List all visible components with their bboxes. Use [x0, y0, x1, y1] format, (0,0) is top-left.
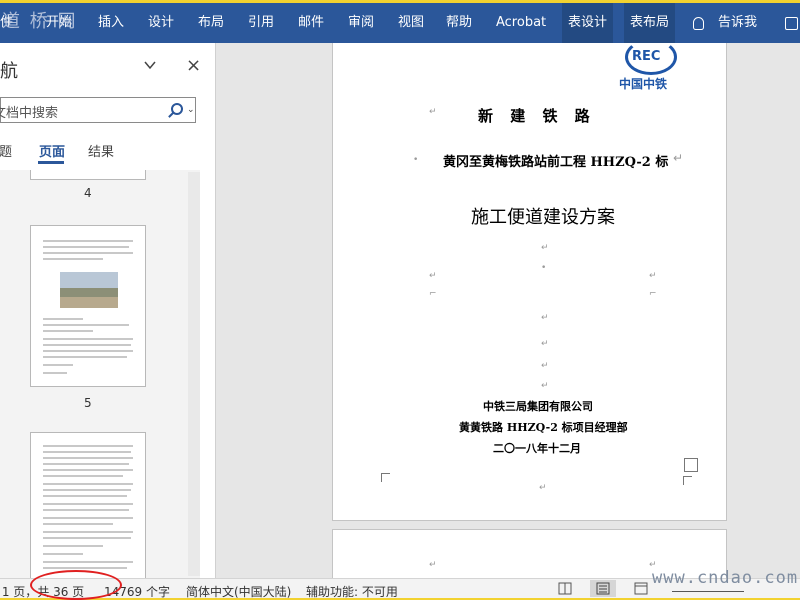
page-thumbnail-list[interactable]: 4 5 — [0, 170, 200, 578]
tab-help[interactable]: 帮助 — [446, 3, 472, 43]
table-resize-handle[interactable] — [684, 458, 698, 472]
site-watermark-bottom: www.cndao.com — [652, 568, 799, 588]
tab-layout[interactable]: 布局 — [198, 3, 224, 43]
tab-references[interactable]: 引用 — [248, 3, 274, 43]
web-layout-icon[interactable] — [628, 580, 654, 597]
thumbnail-scrollbar[interactable] — [188, 172, 200, 576]
tab-mailings[interactable]: 邮件 — [298, 3, 324, 43]
heading-new-railway: 新 建 铁 路 — [478, 107, 596, 125]
document-date: 二〇一八年十二月 — [493, 442, 581, 455]
tab-headings[interactable]: 标题 — [0, 141, 12, 160]
company-name: 中铁三局集团有限公司 — [483, 400, 593, 413]
share-icon[interactable] — [785, 17, 798, 30]
lightbulb-icon[interactable] — [693, 17, 704, 30]
document-page[interactable]: REC 中国中铁 ↵ 新 建 铁 路 • 黄冈至黄梅铁路站前工程 HHZQ-2 … — [332, 39, 727, 521]
thumbnail-page-4[interactable] — [30, 170, 146, 180]
tell-me-box[interactable]: 告诉我 — [718, 3, 757, 43]
document-title: 施工便道建设方案 — [471, 207, 615, 228]
tab-table-layout[interactable]: 表布局 — [624, 3, 676, 43]
nav-pane-title: 导航 — [0, 61, 18, 82]
print-layout-icon[interactable] — [590, 580, 616, 597]
close-icon[interactable]: × — [186, 55, 201, 76]
chevron-down-icon[interactable] — [144, 59, 156, 71]
tab-acrobat[interactable]: Acrobat — [496, 3, 546, 43]
tab-table-design[interactable]: 表设计 — [562, 3, 614, 43]
tab-review[interactable]: 审阅 — [348, 3, 374, 43]
search-placeholder: 文档中搜索 — [0, 106, 59, 121]
project-name: 黄冈至黄梅铁路站前工程 HHZQ-2 标 — [443, 155, 669, 170]
accessibility-status[interactable]: 辅助功能: 不可用 — [306, 583, 398, 600]
tab-insert[interactable]: 插入 — [98, 3, 124, 43]
search-dropdown-icon[interactable]: ⌄ — [187, 105, 195, 115]
thumbnail-page-number: 5 — [84, 396, 92, 410]
logo-letters: REC — [632, 49, 661, 64]
ribbon-tab-bar: 件 开始 插入 设计 布局 引用 邮件 审阅 视图 帮助 Acrobat 表设计… — [0, 0, 800, 43]
project-department: 黄黄铁路 HHZQ-2 标项目经理部 — [459, 421, 628, 434]
search-input[interactable]: 文档中搜索 ⌄ — [0, 97, 196, 123]
thumbnail-photo — [60, 272, 118, 308]
tab-pages[interactable]: 页面 — [39, 141, 65, 160]
active-tab-indicator — [38, 161, 64, 164]
site-watermark-top: 道 桥 网 — [2, 11, 78, 32]
search-icon[interactable] — [171, 103, 183, 115]
thumbnail-page-6[interactable] — [30, 432, 146, 578]
logo-caption: 中国中铁 — [619, 77, 668, 91]
thumbnail-page-5[interactable] — [30, 225, 146, 387]
tab-results[interactable]: 结果 — [88, 141, 114, 160]
highlight-circle — [30, 570, 122, 600]
tab-design[interactable]: 设计 — [148, 3, 174, 43]
document-canvas[interactable]: REC 中国中铁 ↵ 新 建 铁 路 • 黄冈至黄梅铁路站前工程 HHZQ-2 … — [216, 39, 800, 589]
zoom-slider[interactable] — [672, 591, 744, 592]
tab-view[interactable]: 视图 — [398, 3, 424, 43]
thumbnail-page-number: 4 — [84, 186, 92, 200]
read-mode-icon[interactable] — [552, 580, 578, 597]
language-status[interactable]: 简体中文(中国大陆) — [186, 583, 291, 600]
